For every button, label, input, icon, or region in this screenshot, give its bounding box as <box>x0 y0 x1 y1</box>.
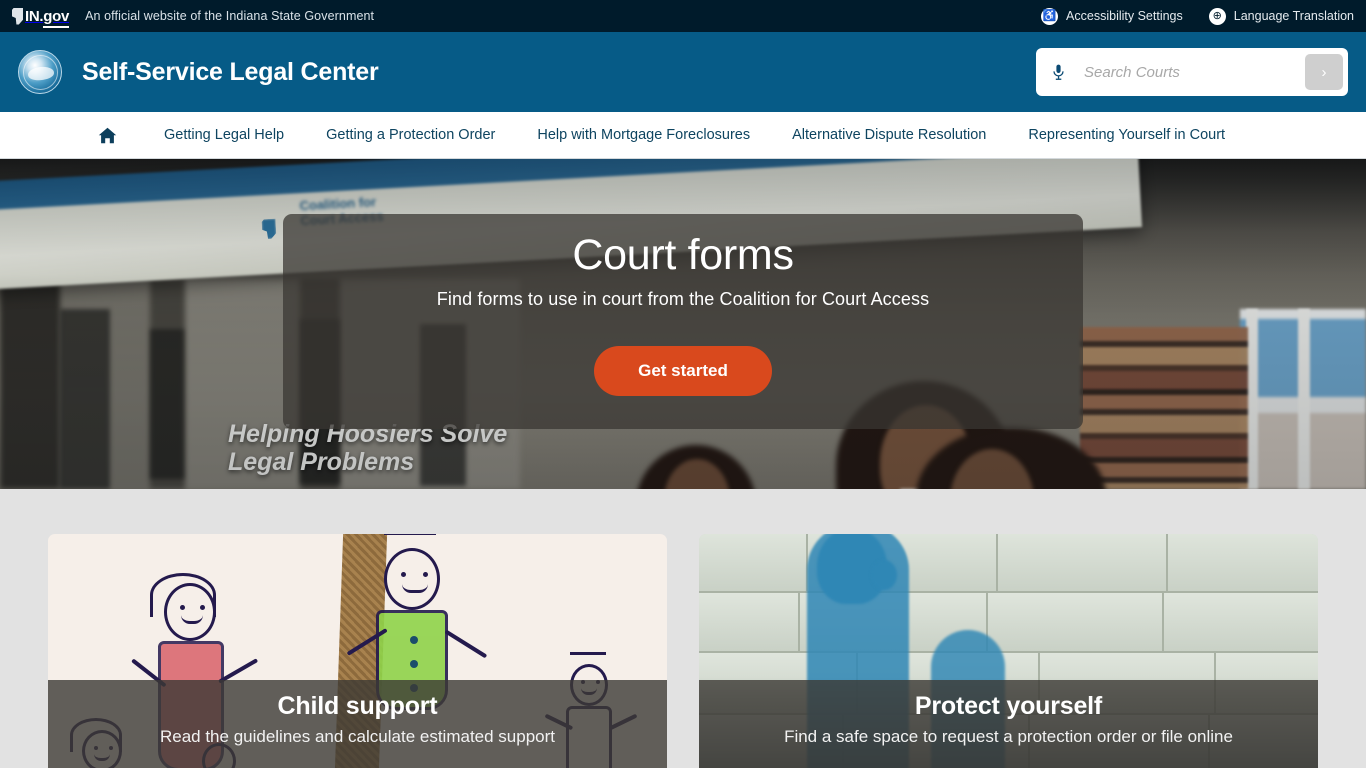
card-overlay-child-support: Child support Read the guidelines and ca… <box>48 680 667 768</box>
card-overlay-protect-yourself: Protect yourself Find a safe space to re… <box>699 680 1318 768</box>
feature-cards: Child support Read the guidelines and ca… <box>0 489 1366 768</box>
hero-subtitle: Find forms to use in court from the Coal… <box>436 288 930 309</box>
get-started-button[interactable]: Get started <box>594 345 772 396</box>
nav-item-representing-yourself-in-court[interactable]: Representing Yourself in Court <box>1028 127 1225 143</box>
search-input[interactable] <box>1066 63 1305 81</box>
search-submit-button[interactable]: › <box>1305 54 1343 90</box>
language-translation-link[interactable]: ⊕ Language Translation <box>1208 7 1354 25</box>
card-title: Protect yourself <box>914 692 1103 720</box>
nav-item-help-with-mortgage-foreclosures[interactable]: Help with Mortgage Foreclosures <box>537 127 750 143</box>
card-title: Child support <box>277 692 438 720</box>
site-title: Self-Service Legal Center <box>82 57 379 86</box>
language-translation-label: Language Translation <box>1233 9 1354 23</box>
indiana-state-seal-icon[interactable] <box>18 50 62 94</box>
accessibility-icon: ♿ <box>1041 7 1059 25</box>
nav-item-getting-a-protection-order[interactable]: Getting a Protection Order <box>326 127 495 143</box>
main-navigation: Getting Legal Help Getting a Protection … <box>0 112 1366 159</box>
card-protect-yourself[interactable]: Protect yourself Find a safe space to re… <box>699 534 1318 768</box>
hero-banner: Coalition for Court Access Helping Hoosi… <box>0 159 1366 489</box>
gov-bar-links: ♿ Accessibility Settings ⊕ Language Tran… <box>1041 0 1354 32</box>
gov-tagline: An official website of the Indiana State… <box>85 9 375 23</box>
card-subtitle: Read the guidelines and calculate estima… <box>159 727 556 746</box>
site-header: Self-Service Legal Center › <box>0 32 1366 112</box>
accessibility-settings-link[interactable]: ♿ Accessibility Settings <box>1041 7 1183 25</box>
page-title: Court forms <box>572 231 794 279</box>
card-child-support[interactable]: Child support Read the guidelines and ca… <box>48 534 667 768</box>
site-title-link[interactable]: Self-Service Legal Center <box>62 58 379 87</box>
sidebar-item-home[interactable] <box>98 127 117 144</box>
home-icon <box>98 127 117 143</box>
gov-top-bar: IN.gov An official website of the Indian… <box>0 0 1366 32</box>
accessibility-settings-label: Accessibility Settings <box>1066 9 1183 23</box>
in-gov-logo-text: IN.gov <box>25 7 69 28</box>
card-subtitle: Find a safe space to request a protectio… <box>784 727 1233 746</box>
search-bar: › <box>1036 48 1348 96</box>
logo-text-in: IN <box>25 7 40 25</box>
nav-item-getting-legal-help[interactable]: Getting Legal Help <box>164 127 284 143</box>
hero-content-card: Court forms Find forms to use in court f… <box>283 214 1083 429</box>
indiana-state-shape-icon <box>12 7 23 25</box>
in-gov-logo[interactable]: IN.gov <box>12 7 69 28</box>
globe-icon: ⊕ <box>1208 7 1226 25</box>
microphone-icon[interactable] <box>1050 62 1066 82</box>
logo-text-gov: gov <box>43 7 69 28</box>
nav-item-alternative-dispute-resolution[interactable]: Alternative Dispute Resolution <box>792 127 986 143</box>
